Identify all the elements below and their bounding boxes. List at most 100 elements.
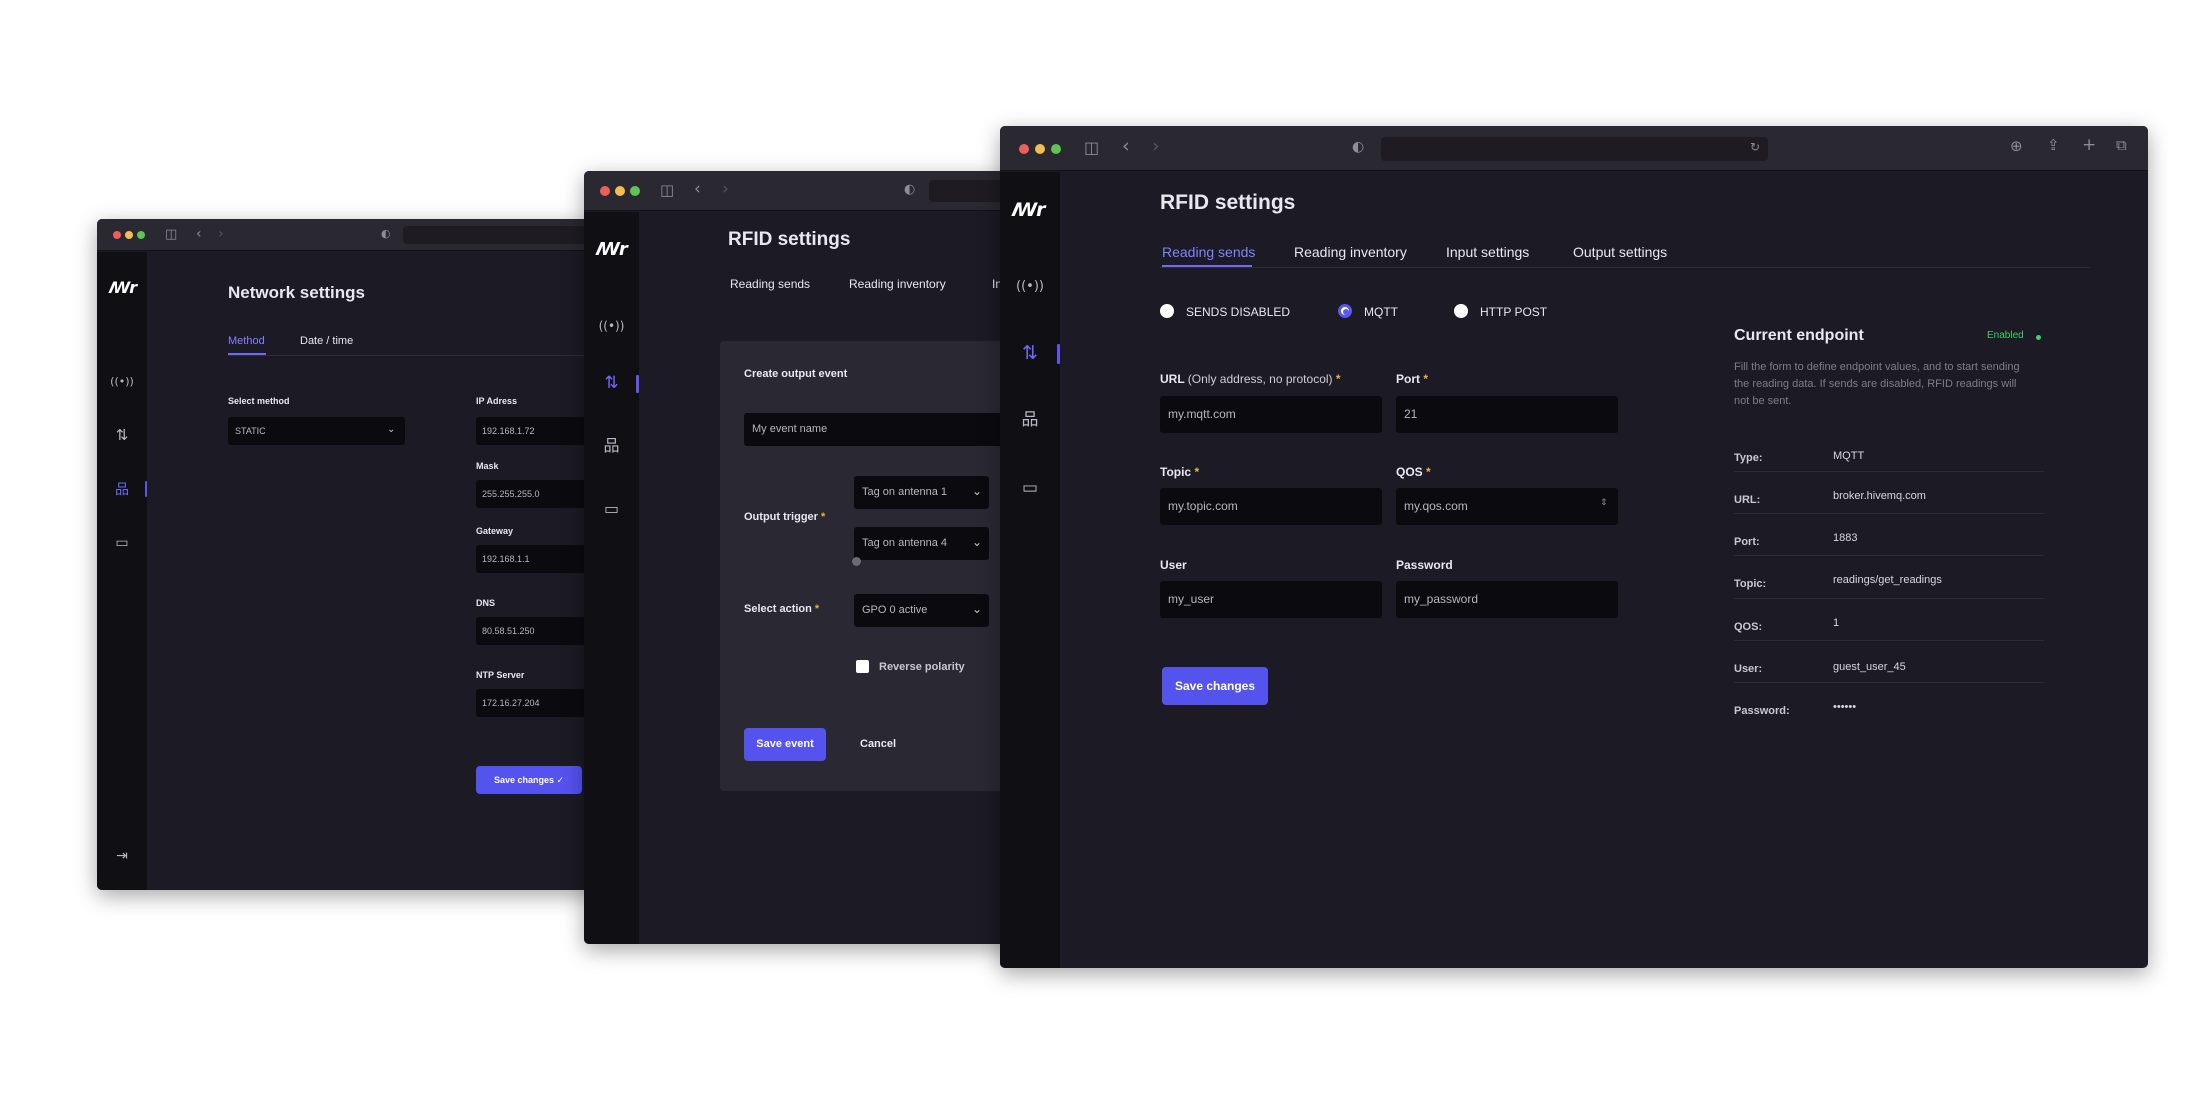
port-input[interactable]: 21 bbox=[1396, 396, 1618, 433]
minimize-window-button[interactable] bbox=[615, 186, 625, 196]
sidebar-toggle-icon[interactable]: ◫ bbox=[660, 183, 674, 198]
tab-reading-inventory[interactable]: Reading inventory bbox=[849, 277, 946, 291]
reverse-polarity-checkbox[interactable] bbox=[856, 660, 869, 673]
tab-reading-sends[interactable]: Reading sends bbox=[730, 277, 810, 291]
minimize-window-button[interactable] bbox=[1035, 144, 1045, 154]
reload-icon[interactable]: ↻ bbox=[1750, 141, 1760, 153]
close-window-button[interactable] bbox=[113, 231, 121, 239]
forward-icon[interactable]: › bbox=[722, 181, 729, 198]
forward-icon[interactable]: › bbox=[1152, 137, 1160, 156]
qos-input[interactable]: my.qos.com bbox=[1396, 488, 1618, 525]
ip-address-value: 192.168.1.72 bbox=[482, 426, 535, 436]
nav-network-icon[interactable]: 品 bbox=[1015, 412, 1045, 429]
sidebar: ꟿr ((•)) ⇅ 品 ▭ ⇥ bbox=[1000, 172, 1060, 968]
save-changes-button[interactable]: Save changes bbox=[1162, 667, 1268, 705]
chevron-down-icon: ⌄ bbox=[972, 484, 983, 498]
download-icon[interactable]: ⊕ bbox=[2010, 139, 2023, 154]
url-hint: (Only address, no protocol) bbox=[1187, 372, 1333, 386]
radio-http-post-label[interactable]: HTTP POST bbox=[1480, 305, 1547, 319]
share-icon[interactable]: ⇪ bbox=[2047, 138, 2060, 153]
gateway-label: Gateway bbox=[476, 526, 514, 536]
app-logo[interactable]: ꟿr bbox=[109, 278, 137, 297]
nav-settings-sliders-icon[interactable]: ⇅ bbox=[110, 428, 134, 443]
sidebar-toggle-icon[interactable]: ◫ bbox=[165, 228, 177, 241]
nav-settings-sliders-icon[interactable]: ⇅ bbox=[1015, 344, 1045, 363]
save-event-label: Save event bbox=[756, 738, 814, 750]
url-input[interactable]: my.mqtt.com bbox=[1160, 396, 1382, 433]
tab-method[interactable]: Method bbox=[228, 335, 265, 347]
radio-mqtt-label[interactable]: MQTT bbox=[1364, 305, 1398, 319]
address-bar[interactable] bbox=[403, 226, 597, 244]
select-action-dropdown[interactable]: GPO 0 active bbox=[854, 594, 989, 627]
tab-input-settings[interactable]: Input settings bbox=[1446, 244, 1529, 260]
gateway-input[interactable]: 192.168.1.1 bbox=[476, 545, 597, 573]
port-label-text: Port bbox=[1396, 372, 1420, 386]
maximize-window-button[interactable] bbox=[630, 186, 640, 196]
shield-icon[interactable]: ◐ bbox=[381, 228, 391, 239]
tab-reading-sends[interactable]: Reading sends bbox=[1162, 244, 1255, 260]
minimize-window-button[interactable] bbox=[125, 231, 133, 239]
status-indicator-icon bbox=[2036, 335, 2041, 340]
select-method-dropdown[interactable]: STATIC bbox=[228, 417, 405, 445]
ip-address-input[interactable]: 192.168.1.72 bbox=[476, 417, 597, 445]
maximize-window-button[interactable] bbox=[137, 231, 145, 239]
topic-input[interactable]: my.topic.com bbox=[1160, 488, 1382, 525]
nav-output-icon[interactable]: ▭ bbox=[1015, 480, 1045, 497]
radio-sends-disabled-label[interactable]: SENDS DISABLED bbox=[1186, 305, 1290, 319]
logout-icon[interactable]: ⇥ bbox=[110, 849, 134, 863]
endpoint-key: Port: bbox=[1734, 536, 1760, 548]
nav-settings-sliders-icon[interactable]: ⇅ bbox=[598, 375, 625, 392]
nav-network-icon[interactable]: 品 bbox=[598, 438, 625, 454]
shield-icon[interactable]: ◐ bbox=[904, 183, 915, 196]
close-window-button[interactable] bbox=[600, 186, 610, 196]
nav-antenna-icon[interactable]: ((•)) bbox=[598, 320, 625, 332]
cancel-button[interactable]: Cancel bbox=[860, 738, 896, 750]
trigger-2-dropdown[interactable]: Tag on antenna 4 bbox=[854, 527, 989, 560]
trigger-1-dropdown[interactable]: Tag on antenna 1 bbox=[854, 476, 989, 509]
close-window-button[interactable] bbox=[1019, 144, 1029, 154]
back-icon[interactable]: ‹ bbox=[1122, 137, 1130, 156]
nav-antenna-icon[interactable]: ((•)) bbox=[1015, 280, 1045, 293]
shield-icon[interactable]: ◐ bbox=[1352, 140, 1364, 154]
address-bar[interactable] bbox=[1381, 137, 1768, 161]
back-icon[interactable]: ‹ bbox=[694, 181, 701, 198]
logout-icon[interactable]: ⇥ bbox=[598, 940, 625, 945]
event-name-placeholder: My event name bbox=[752, 423, 828, 435]
nav-output-icon[interactable]: ▭ bbox=[598, 501, 625, 517]
maximize-window-button[interactable] bbox=[1051, 144, 1061, 154]
stepper-icon[interactable]: ⇕ bbox=[1600, 498, 1608, 508]
page-title: Network settings bbox=[228, 283, 365, 302]
nav-network-icon[interactable]: 品 bbox=[110, 483, 134, 497]
save-event-button[interactable]: Save event bbox=[744, 728, 826, 761]
radio-mqtt[interactable] bbox=[1338, 304, 1352, 318]
tab-reading-inventory[interactable]: Reading inventory bbox=[1294, 244, 1407, 260]
user-input[interactable]: my_user bbox=[1160, 581, 1382, 618]
radio-http-post[interactable] bbox=[1454, 304, 1468, 318]
output-trigger-label: Output trigger * bbox=[744, 511, 825, 523]
password-input[interactable]: my_password bbox=[1396, 581, 1618, 618]
new-tab-icon[interactable]: + bbox=[2082, 137, 2096, 154]
forward-icon[interactable]: › bbox=[218, 227, 224, 241]
logout-icon[interactable]: ⇥ bbox=[1015, 964, 1045, 969]
remove-trigger-icon[interactable] bbox=[852, 557, 861, 566]
sidebar-toggle-icon[interactable]: ◫ bbox=[1084, 140, 1099, 156]
ntp-server-input[interactable]: 172.16.27.204 bbox=[476, 689, 597, 717]
port-value: 21 bbox=[1404, 407, 1418, 421]
topic-value: my.topic.com bbox=[1168, 499, 1238, 513]
save-changes-button[interactable]: Save changes ✓ bbox=[476, 766, 582, 794]
nav-output-icon[interactable]: ▭ bbox=[110, 536, 134, 550]
back-icon[interactable]: ‹ bbox=[196, 227, 202, 241]
required-asterisk: * bbox=[821, 511, 826, 523]
app-logo[interactable]: ꟿr bbox=[596, 239, 628, 260]
dns-input[interactable]: 80.58.51.250 bbox=[476, 617, 597, 645]
tab-date-time[interactable]: Date / time bbox=[300, 335, 353, 347]
tabs-overview-icon[interactable]: ⧉ bbox=[2116, 138, 2127, 153]
app-logo[interactable]: ꟿr bbox=[1012, 199, 1046, 221]
tab-output-settings[interactable]: Output settings bbox=[1573, 244, 1667, 260]
event-name-input[interactable]: My event name bbox=[744, 413, 1024, 446]
radio-sends-disabled[interactable] bbox=[1160, 304, 1174, 318]
nav-antenna-icon[interactable]: ((•)) bbox=[110, 376, 134, 387]
select-method-value: STATIC bbox=[235, 426, 266, 436]
mask-input[interactable]: 255.255.255.0 bbox=[476, 480, 597, 508]
ip-address-label: IP Adress bbox=[476, 396, 518, 406]
